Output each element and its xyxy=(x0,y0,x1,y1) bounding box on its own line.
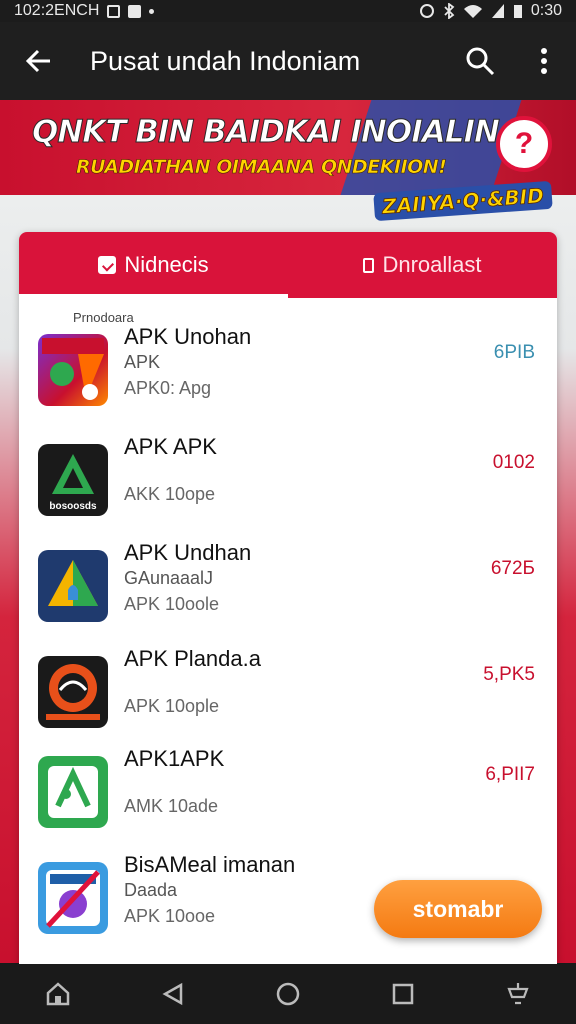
app-name: APK Undhan xyxy=(124,540,252,565)
app-subtitle: GAunaaalJ xyxy=(124,568,214,588)
list-item[interactable]: bosoosds APK APK AKK 10ope 0102 xyxy=(19,428,557,532)
app-meta: APK 10ople xyxy=(124,696,220,716)
help-button[interactable]: ? xyxy=(496,116,552,172)
app-name: APK1APK xyxy=(124,746,225,771)
tab-nidnecis[interactable]: Nidnecis xyxy=(19,232,288,298)
keyboard-down-icon xyxy=(507,983,529,1005)
app-icon xyxy=(38,756,108,828)
back-icon xyxy=(162,982,183,1006)
app-size: 0102 xyxy=(492,452,535,473)
status-time-right: 0:30 xyxy=(530,2,562,19)
list-item[interactable]: APK Planda.a APK 10ople 5,PK5 xyxy=(19,640,557,744)
bluetooth-icon xyxy=(444,3,455,19)
overflow-menu-button[interactable] xyxy=(512,22,576,100)
app-name: APK Planda.a xyxy=(124,646,261,671)
app-subtitle xyxy=(124,460,217,480)
home-icon xyxy=(46,982,69,1006)
nav-back-button[interactable] xyxy=(143,964,203,1024)
app-meta: AMK 10ade xyxy=(124,796,219,816)
recent-apps-icon xyxy=(392,983,414,1005)
banner-headline: QNKT BIN BAIDKAI INOIALIN xyxy=(32,114,501,151)
arrow-left-icon xyxy=(25,49,50,73)
home-circle-icon xyxy=(276,982,300,1006)
status-time-left: 102:2ENCH xyxy=(14,2,100,19)
list-item[interactable]: APK1APK AMK 10ade 6,PII7 xyxy=(19,740,557,844)
floating-action-button[interactable]: stomabr xyxy=(374,880,542,938)
app-subtitle xyxy=(124,672,261,692)
app-subtitle xyxy=(124,772,224,792)
app-subtitle: Daada xyxy=(124,880,178,900)
promo-banner[interactable]: QNKT BIN BAIDKAI INOIALIN RUADIATHAN OIM… xyxy=(0,100,576,195)
more-vert-icon xyxy=(541,48,547,74)
page-title: Pusat undah Indoniam xyxy=(90,45,361,76)
app-bar: Pusat undah Indoniam xyxy=(0,22,576,100)
app-size: 6,PII7 xyxy=(485,764,535,785)
search-icon xyxy=(466,47,495,76)
app-icon-label: bosoosds xyxy=(49,501,97,512)
banner-subline: RUADIATHAN OIMAANA QNDEKIION! xyxy=(76,156,447,179)
nav-home-button[interactable] xyxy=(28,964,88,1024)
mail-icon xyxy=(128,4,142,18)
tab-label: Dnroallast xyxy=(382,252,482,277)
more-notifications-icon xyxy=(149,8,155,14)
nav-keyboard-button[interactable] xyxy=(488,964,548,1024)
app-icon xyxy=(38,656,108,728)
list-item[interactable]: APK Unohan APK APK0: Apg 6PIB xyxy=(19,318,557,422)
app-size: 672Б xyxy=(490,558,535,579)
app-subtitle: APK xyxy=(124,352,161,372)
app-icon xyxy=(38,862,108,934)
rectangle-icon xyxy=(363,257,375,273)
status-bar: 102:2ENCH 0:30 xyxy=(0,0,576,22)
app-name: BisAMeal imanan xyxy=(124,852,296,877)
app-name: APK Unohan xyxy=(124,324,252,349)
notification-icon xyxy=(107,4,121,18)
system-nav-bar xyxy=(0,964,576,1024)
app-list-card: Nidnecis Dnroallast Prnodoara APK Unohan… xyxy=(19,232,557,964)
tab-bar: Nidnecis Dnroallast xyxy=(19,232,557,298)
app-size: 5,PK5 xyxy=(483,664,535,685)
app-icon xyxy=(38,550,108,622)
check-square-icon xyxy=(98,256,117,274)
app-meta: APK 10ooe xyxy=(124,906,216,926)
app-meta: APK0: Apg xyxy=(124,378,212,398)
app-meta: APK 10oole xyxy=(124,594,220,614)
list-item[interactable]: APK Undhan GAunaaalJ APK 10oole 672Б xyxy=(19,534,557,638)
nav-recent-button[interactable] xyxy=(373,964,433,1024)
tab-dnroallast[interactable]: Dnroallast xyxy=(288,232,557,298)
alarm-icon xyxy=(419,4,434,18)
app-icon: bosoosds xyxy=(38,444,108,516)
wifi-icon xyxy=(463,5,482,18)
app-icon xyxy=(38,334,108,406)
tab-label: Nidnecis xyxy=(124,252,209,277)
app-meta: AKK 10ope xyxy=(124,484,216,504)
signal-icon xyxy=(491,4,504,18)
search-button[interactable] xyxy=(448,22,512,100)
app-size: 6PIB xyxy=(493,342,535,363)
back-button[interactable] xyxy=(0,22,78,100)
app-name: APK APK xyxy=(124,434,217,459)
battery-icon xyxy=(513,5,522,18)
active-tab-indicator xyxy=(19,294,288,298)
nav-circle-button[interactable] xyxy=(258,964,318,1024)
